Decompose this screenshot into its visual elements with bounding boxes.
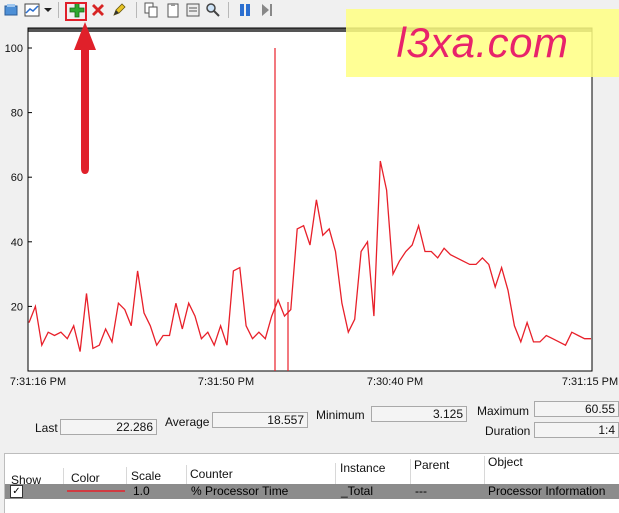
watermark-text: l3xa.com — [396, 19, 569, 66]
duration-value: 1:4 — [534, 422, 619, 438]
annotation-arrow — [74, 22, 96, 174]
properties-button[interactable] — [184, 1, 202, 19]
column-header-scale[interactable]: Scale — [131, 454, 186, 484]
y-tick-label: 80 — [11, 108, 23, 120]
freeze-display-icon — [240, 4, 250, 16]
properties-icon — [186, 3, 200, 17]
column-header-object[interactable]: Object — [488, 454, 618, 484]
x-tick-label: 7:31:50 PM — [198, 376, 254, 388]
stats-bar: Last 22.286 Average 18.557 Minimum 3.125… — [0, 392, 619, 447]
update-data-icon — [262, 4, 272, 16]
paste-counter-list-icon — [167, 3, 179, 18]
view-current-activity-icon — [4, 4, 18, 16]
last-label: Last — [35, 421, 58, 435]
column-header-show[interactable]: Show — [11, 454, 61, 487]
highlight-icon — [113, 3, 126, 16]
graph-type-dropdown[interactable] — [43, 1, 53, 19]
column-header-instance[interactable]: Instance — [340, 454, 410, 484]
delete-counter-icon — [92, 4, 104, 16]
table-row[interactable]: ✓ 1.0 % Processor Time _Total --- Proces… — [5, 484, 619, 499]
last-value: 22.286 — [60, 419, 157, 435]
highlight-button[interactable] — [110, 1, 128, 19]
y-tick-label: 20 — [11, 301, 23, 313]
scale-cell: 1.0 — [133, 484, 150, 498]
y-tick-label: 100 — [5, 43, 23, 55]
minimum-value: 3.125 — [371, 406, 467, 422]
duration-label: Duration — [485, 424, 531, 438]
copy-properties-button[interactable] — [142, 1, 160, 19]
graph-plot-area — [28, 28, 592, 371]
column-header-counter[interactable]: Counter — [190, 454, 335, 484]
minimum-label: Minimum — [316, 408, 365, 422]
zoom-icon — [206, 3, 220, 17]
x-tick-label: 7:31:15 PM — [562, 376, 618, 388]
column-header-parent[interactable]: Parent — [414, 454, 484, 484]
instance-cell: _Total — [341, 484, 374, 498]
y-tick-label: 40 — [11, 237, 23, 249]
counter-cell: % Processor Time — [191, 484, 289, 498]
maximum-value: 60.55 — [534, 401, 619, 417]
x-tick-label: 7:31:16 PM — [10, 376, 66, 388]
watermark-banner: l3xa.com — [346, 9, 619, 77]
view-current-activity-button[interactable] — [2, 1, 20, 19]
change-graph-type-icon — [24, 3, 40, 17]
object-cell: Processor Information — [488, 484, 606, 498]
freeze-display-button[interactable] — [236, 1, 254, 19]
delete-counter-button[interactable] — [89, 1, 107, 19]
show-checkbox[interactable]: ✓ — [10, 485, 23, 498]
x-axis: 7:31:16 PM 7:31:50 PM 7:30:40 PM 7:31:15 PM — [10, 376, 618, 388]
dropdown-arrow-icon — [44, 8, 52, 12]
column-header-color[interactable]: Color — [71, 454, 127, 485]
series-color-swatch — [67, 490, 125, 492]
change-graph-type-button[interactable] — [23, 1, 41, 19]
parent-cell: --- — [415, 484, 427, 498]
x-tick-label: 7:30:40 PM — [367, 376, 423, 388]
average-label: Average — [165, 415, 210, 429]
counter-table: Show Color Scale Counter Instance Parent… — [4, 453, 619, 513]
maximum-label: Maximum — [477, 404, 530, 418]
copy-properties-icon — [144, 2, 158, 18]
y-tick-label: 60 — [11, 172, 23, 184]
average-value: 18.557 — [212, 412, 308, 428]
paste-counter-list-button[interactable] — [164, 1, 182, 19]
zoom-button[interactable] — [204, 1, 222, 19]
update-data-button[interactable] — [258, 1, 276, 19]
